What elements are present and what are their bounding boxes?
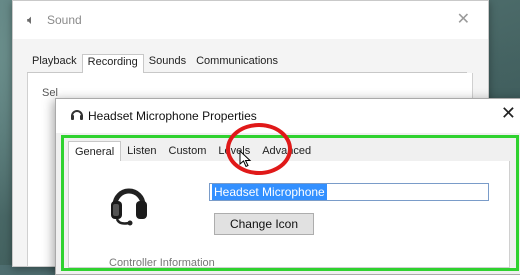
sound-close-icon[interactable]: ✕ xyxy=(457,9,470,29)
annotation-circle xyxy=(226,123,292,175)
properties-dialog: Headset Microphone Properties ✕ General … xyxy=(55,98,520,275)
sound-window-title: Sound xyxy=(47,13,82,27)
headset-icon xyxy=(111,188,147,226)
sound-tab-bar: Playback Recording Sounds Communications xyxy=(27,54,467,73)
tab-general[interactable]: General xyxy=(68,141,122,162)
controller-info-label: Controller Information xyxy=(109,257,215,269)
properties-title: Headset Microphone Properties xyxy=(88,109,257,123)
close-icon[interactable]: ✕ xyxy=(501,103,516,124)
change-icon-button[interactable]: Change Icon xyxy=(214,213,314,235)
mouse-pointer-icon xyxy=(239,150,252,168)
tab-custom[interactable]: Custom xyxy=(163,141,213,161)
tab-recording[interactable]: Recording xyxy=(81,54,144,73)
tab-listen[interactable]: Listen xyxy=(121,141,162,161)
general-panel: Headset Microphone Change Icon Controlle… xyxy=(68,161,510,269)
tab-communications[interactable]: Communications xyxy=(191,54,283,72)
sound-titlebar: 🔈︎ Sound ✕ xyxy=(13,1,488,39)
tab-sounds[interactable]: Sounds xyxy=(144,54,191,72)
tab-playback[interactable]: Playback xyxy=(27,54,82,72)
device-name-text: Headset Microphone xyxy=(212,184,327,200)
headset-small-icon xyxy=(71,110,83,120)
properties-titlebar: Headset Microphone Properties ✕ xyxy=(56,99,520,133)
device-name-field[interactable]: Headset Microphone xyxy=(209,183,489,201)
speaker-icon: 🔈︎ xyxy=(27,12,35,27)
